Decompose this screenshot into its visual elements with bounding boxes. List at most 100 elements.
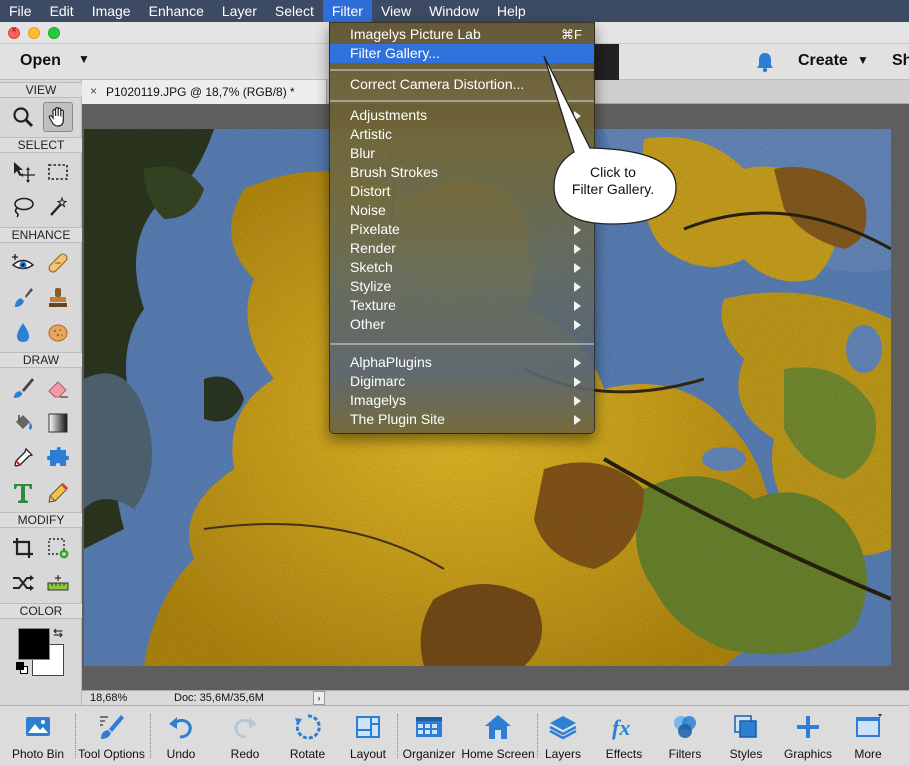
smart-brush-tool[interactable] xyxy=(8,283,38,313)
default-colors-icon[interactable] xyxy=(16,662,28,674)
menu-view[interactable]: View xyxy=(372,0,420,22)
menu-item-sketch[interactable]: Sketch xyxy=(330,258,594,277)
menu-enhance[interactable]: Enhance xyxy=(140,0,213,22)
styles-button[interactable]: Styles xyxy=(720,706,772,765)
menu-item-other[interactable]: Other xyxy=(330,315,594,334)
crop-tool[interactable] xyxy=(8,533,38,563)
chevron-right-icon[interactable]: › xyxy=(313,691,325,705)
gradient-tool[interactable] xyxy=(43,408,73,438)
menu-image[interactable]: Image xyxy=(83,0,140,22)
menu-item-digimarc[interactable]: Digimarc xyxy=(330,372,594,391)
callout-text: Click to Filter Gallery. xyxy=(571,164,655,197)
window-maximize-button[interactable] xyxy=(48,27,60,39)
bell-icon[interactable] xyxy=(755,51,775,73)
pencil-tool[interactable] xyxy=(43,478,73,508)
window-minimize-button[interactable] xyxy=(28,27,40,39)
content-aware-move-tool[interactable] xyxy=(8,568,38,598)
open-button[interactable]: Open xyxy=(20,52,61,70)
recompose-tool[interactable] xyxy=(43,533,73,563)
sponge-tool[interactable] xyxy=(43,318,73,348)
menu-item-filter-gallery[interactable]: Filter Gallery... xyxy=(330,44,594,63)
swap-colors-icon[interactable]: ⇆ xyxy=(53,626,63,640)
magic-wand-icon xyxy=(50,196,68,216)
document-tab[interactable]: × P1020119.JPG @ 18,7% (RGB/8) * xyxy=(82,80,327,104)
plus-icon xyxy=(797,716,819,738)
undo-button[interactable]: Undo xyxy=(155,706,207,765)
layout-button[interactable]: Layout xyxy=(342,706,394,765)
filters-button[interactable]: Filters xyxy=(659,706,711,765)
menu-layer[interactable]: Layer xyxy=(213,0,266,22)
clone-stamp-tool[interactable] xyxy=(43,283,73,313)
menu-item-noise[interactable]: Noise xyxy=(330,201,594,220)
puzzle-shape-icon xyxy=(47,447,69,466)
menu-help[interactable]: Help xyxy=(488,0,535,22)
section-view-label: VIEW xyxy=(0,82,82,98)
menu-item-brush-strokes[interactable]: Brush Strokes xyxy=(330,163,594,182)
quick-selection-tool[interactable] xyxy=(43,192,73,222)
submenu-arrow-icon xyxy=(574,225,581,235)
marquee-tool[interactable] xyxy=(43,157,73,187)
menu-item-distort[interactable]: Distort xyxy=(330,182,594,201)
red-eye-tool[interactable] xyxy=(8,248,38,278)
menu-window[interactable]: Window xyxy=(420,0,488,22)
menu-filter[interactable]: Filter xyxy=(322,0,372,22)
window-close-button[interactable]: × xyxy=(8,25,20,39)
rotate-button[interactable]: Rotate xyxy=(280,706,335,765)
create-button[interactable]: Create xyxy=(798,52,848,70)
menu-item-artistic[interactable]: Artistic xyxy=(330,125,594,144)
organizer-button[interactable]: Organizer xyxy=(400,706,458,765)
move-tool[interactable] xyxy=(8,157,38,187)
menu-item-texture[interactable]: Texture xyxy=(330,296,594,315)
eraser-tool[interactable] xyxy=(43,373,73,403)
foreground-color-swatch[interactable] xyxy=(18,628,50,660)
eyedropper-tool[interactable] xyxy=(8,443,38,473)
submenu-arrow-icon xyxy=(574,244,581,254)
menu-item-render[interactable]: Render xyxy=(330,239,594,258)
menu-item-pixelate[interactable]: Pixelate xyxy=(330,220,594,239)
menu-item-imagelys[interactable]: Imagelys xyxy=(330,391,594,410)
mode-switcher[interactable]: t xyxy=(589,44,619,80)
lasso-tool[interactable] xyxy=(8,192,38,222)
menu-item-correct-camera-distortion[interactable]: Correct Camera Distortion... xyxy=(330,75,594,94)
zoom-tool[interactable] xyxy=(8,102,38,132)
layers-button[interactable]: Layers xyxy=(537,706,589,765)
tool-options-button[interactable]: Tool Options xyxy=(74,706,149,765)
menu-item-blur[interactable]: Blur xyxy=(330,144,594,163)
redo-button[interactable]: Redo xyxy=(219,706,271,765)
fx-icon: fx xyxy=(612,715,630,740)
effects-button[interactable]: fx Effects xyxy=(598,706,650,765)
brush-tool[interactable] xyxy=(8,373,38,403)
home-screen-button[interactable]: Home Screen xyxy=(460,706,536,765)
menu-file[interactable]: File xyxy=(0,0,41,22)
zoom-level-field[interactable]: 18,68% xyxy=(90,692,127,704)
hand-tool[interactable] xyxy=(43,102,73,132)
separator xyxy=(397,714,398,758)
spot-healing-tool[interactable] xyxy=(43,248,73,278)
menu-item-the-plugin-site[interactable]: The Plugin Site xyxy=(330,410,594,429)
paint-bucket-tool[interactable] xyxy=(8,408,38,438)
menu-item-alphaplugins[interactable]: AlphaPlugins xyxy=(330,353,594,372)
chevron-down-icon[interactable]: ▼ xyxy=(78,52,90,66)
close-icon[interactable]: × xyxy=(90,84,97,98)
blur-tool[interactable] xyxy=(8,318,38,348)
type-tool[interactable] xyxy=(8,478,38,508)
section-color-label: COLOR xyxy=(0,603,82,619)
more-button[interactable]: More xyxy=(842,706,894,765)
menu-item-stylize[interactable]: Stylize xyxy=(330,277,594,296)
shuffle-icon xyxy=(13,575,34,591)
straighten-tool[interactable] xyxy=(43,568,73,598)
custom-shape-tool[interactable] xyxy=(43,443,73,473)
bandage-icon xyxy=(48,253,68,273)
graphics-button[interactable]: Graphics xyxy=(778,706,838,765)
share-button[interactable]: Sh xyxy=(892,52,909,70)
organizer-grid-icon xyxy=(416,717,442,737)
section-draw-label: DRAW xyxy=(0,352,82,368)
menu-item-imagelys-picture-lab[interactable]: Imagelys Picture Lab ⌘F xyxy=(330,25,594,44)
chevron-down-icon[interactable]: ▼ xyxy=(857,53,869,67)
menu-edit[interactable]: Edit xyxy=(41,0,83,22)
photo-bin-button[interactable]: Photo Bin xyxy=(3,706,73,765)
filters-circles-icon xyxy=(674,716,696,738)
menu-select[interactable]: Select xyxy=(266,0,323,22)
crop-icon xyxy=(13,538,33,558)
menu-item-adjustments[interactable]: Adjustments xyxy=(330,106,594,125)
